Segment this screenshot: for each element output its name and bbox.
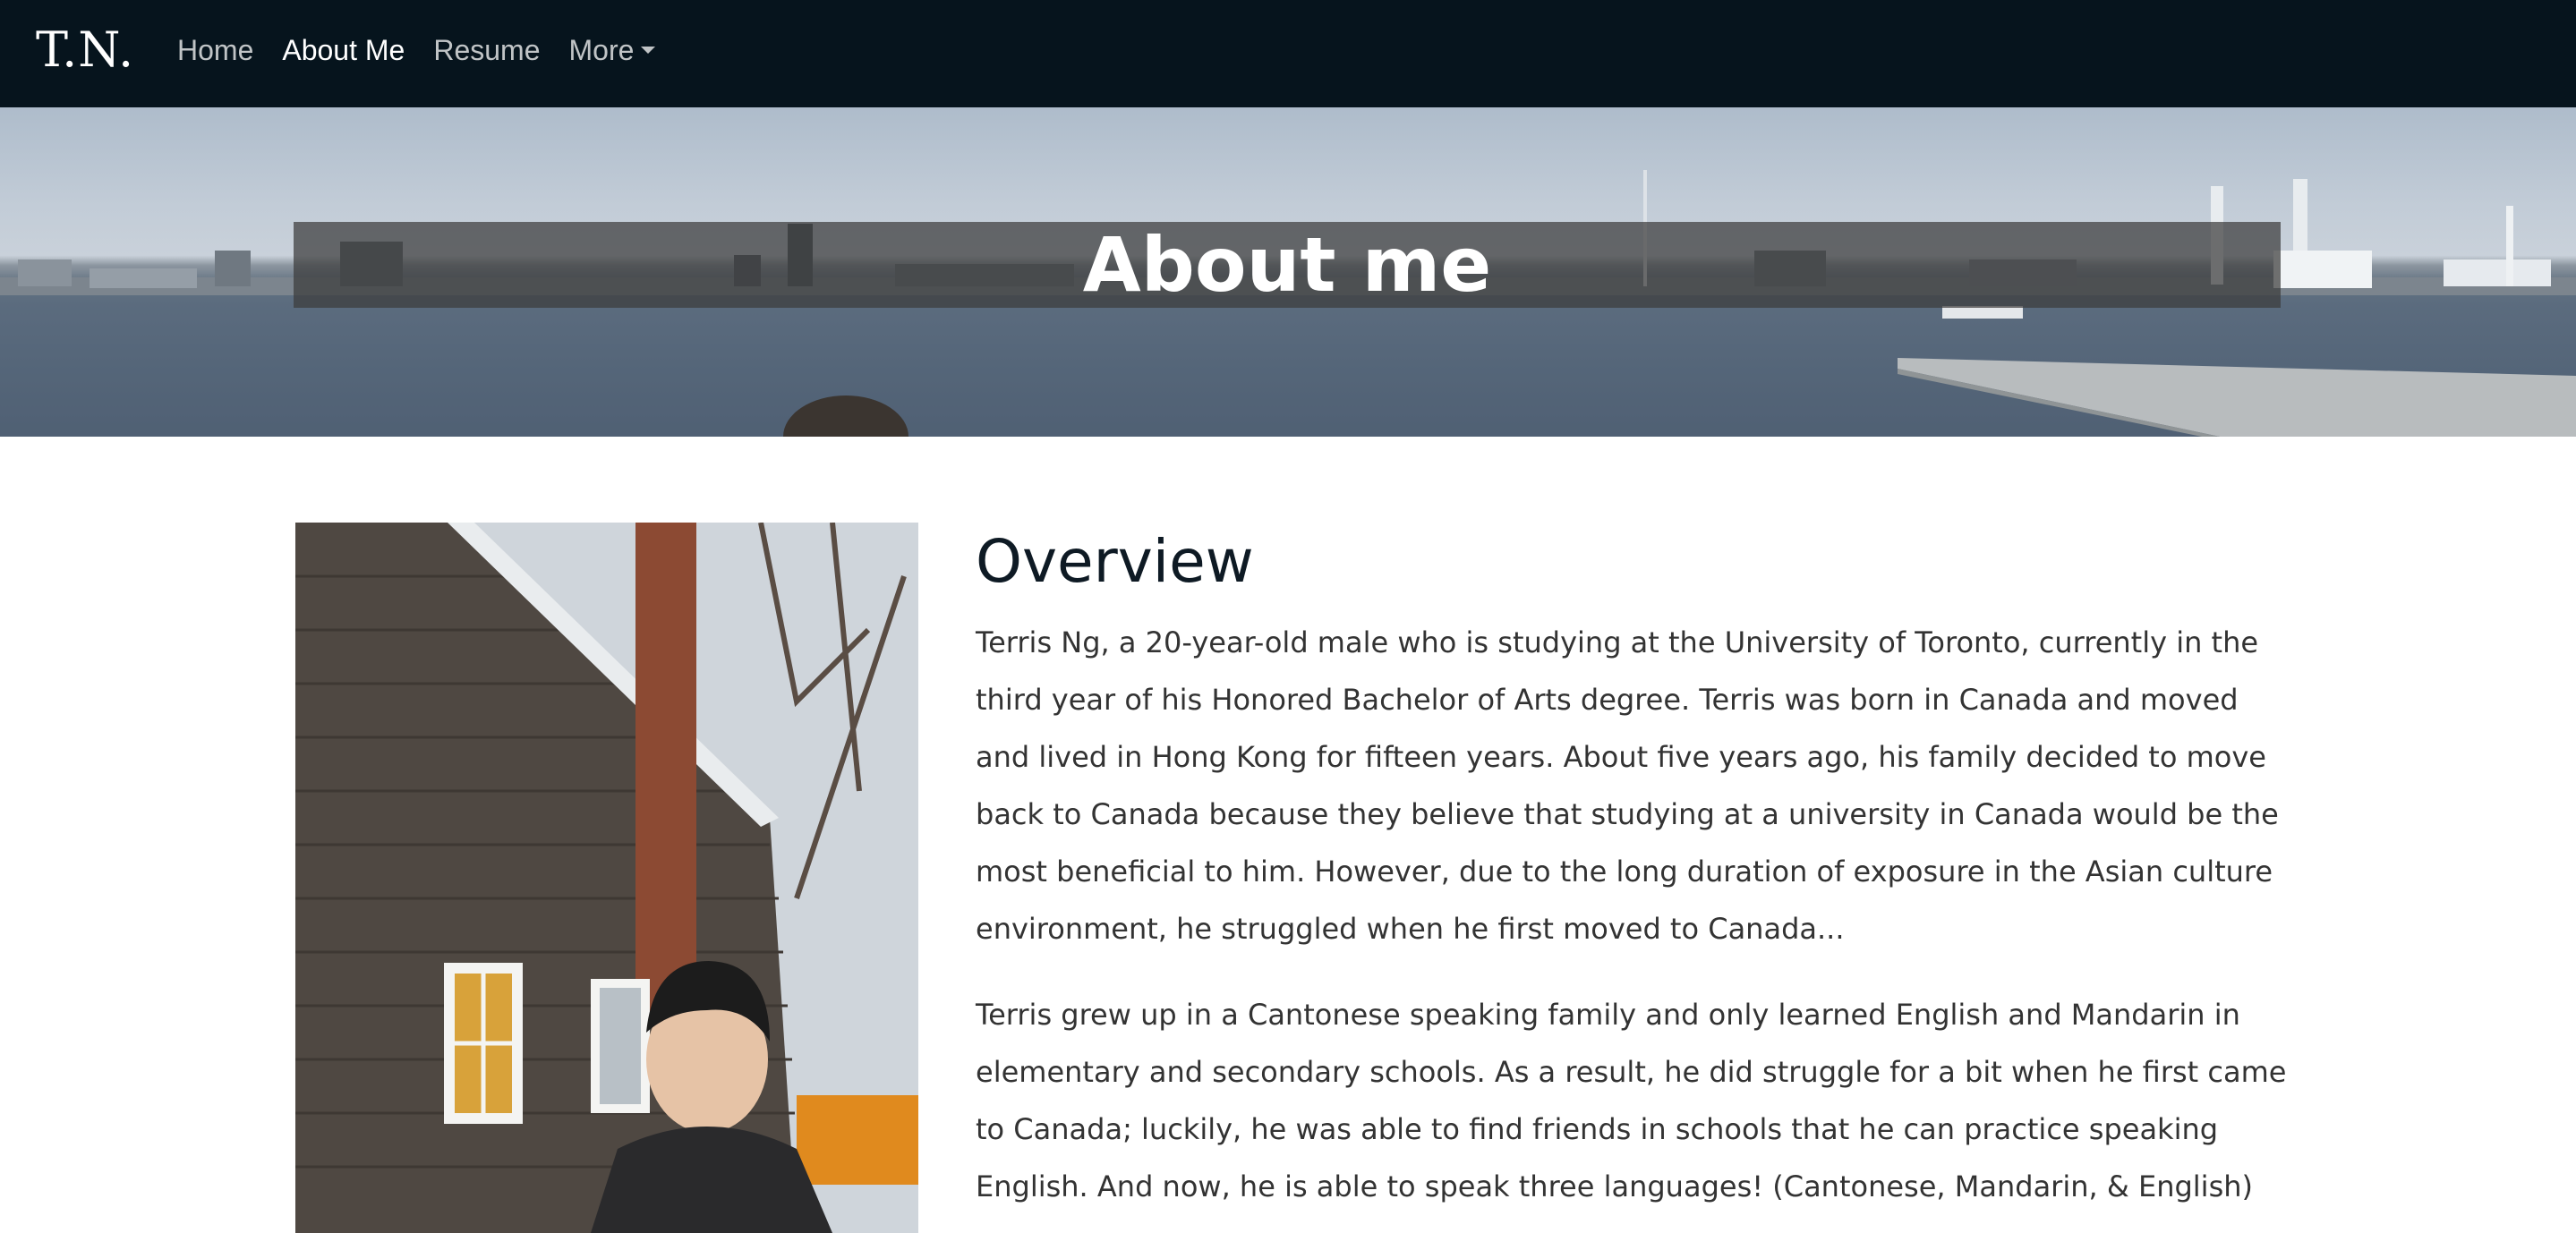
nav-dropdown-more[interactable]: More bbox=[568, 34, 656, 67]
nav-link-home[interactable]: Home bbox=[177, 34, 253, 67]
top-navbar: T.N. Home About Me Resume More bbox=[0, 0, 2576, 107]
nav-dropdown-more-label: More bbox=[568, 34, 635, 66]
brand-logo[interactable]: T.N. bbox=[36, 21, 134, 78]
section-title: Overview bbox=[976, 527, 1254, 596]
page-title: About me bbox=[1082, 221, 1492, 309]
nav-links: Home About Me Resume More bbox=[177, 34, 684, 67]
overview-paragraph-1: Terris Ng, a 20-year-old male who is stu… bbox=[976, 625, 2279, 946]
profile-photo-image bbox=[295, 523, 918, 1233]
overview-paragraph-2: Terris grew up in a Cantonese speaking f… bbox=[976, 998, 2287, 1203]
nav-link-about-me[interactable]: About Me bbox=[282, 34, 405, 67]
hero-banner: About me bbox=[0, 107, 2576, 437]
profile-photo bbox=[295, 523, 918, 1233]
overview-section: Overview Terris Ng, a 20-year-old male w… bbox=[976, 523, 2291, 1233]
nav-link-resume[interactable]: Resume bbox=[433, 34, 540, 67]
caret-down-icon bbox=[641, 46, 656, 54]
